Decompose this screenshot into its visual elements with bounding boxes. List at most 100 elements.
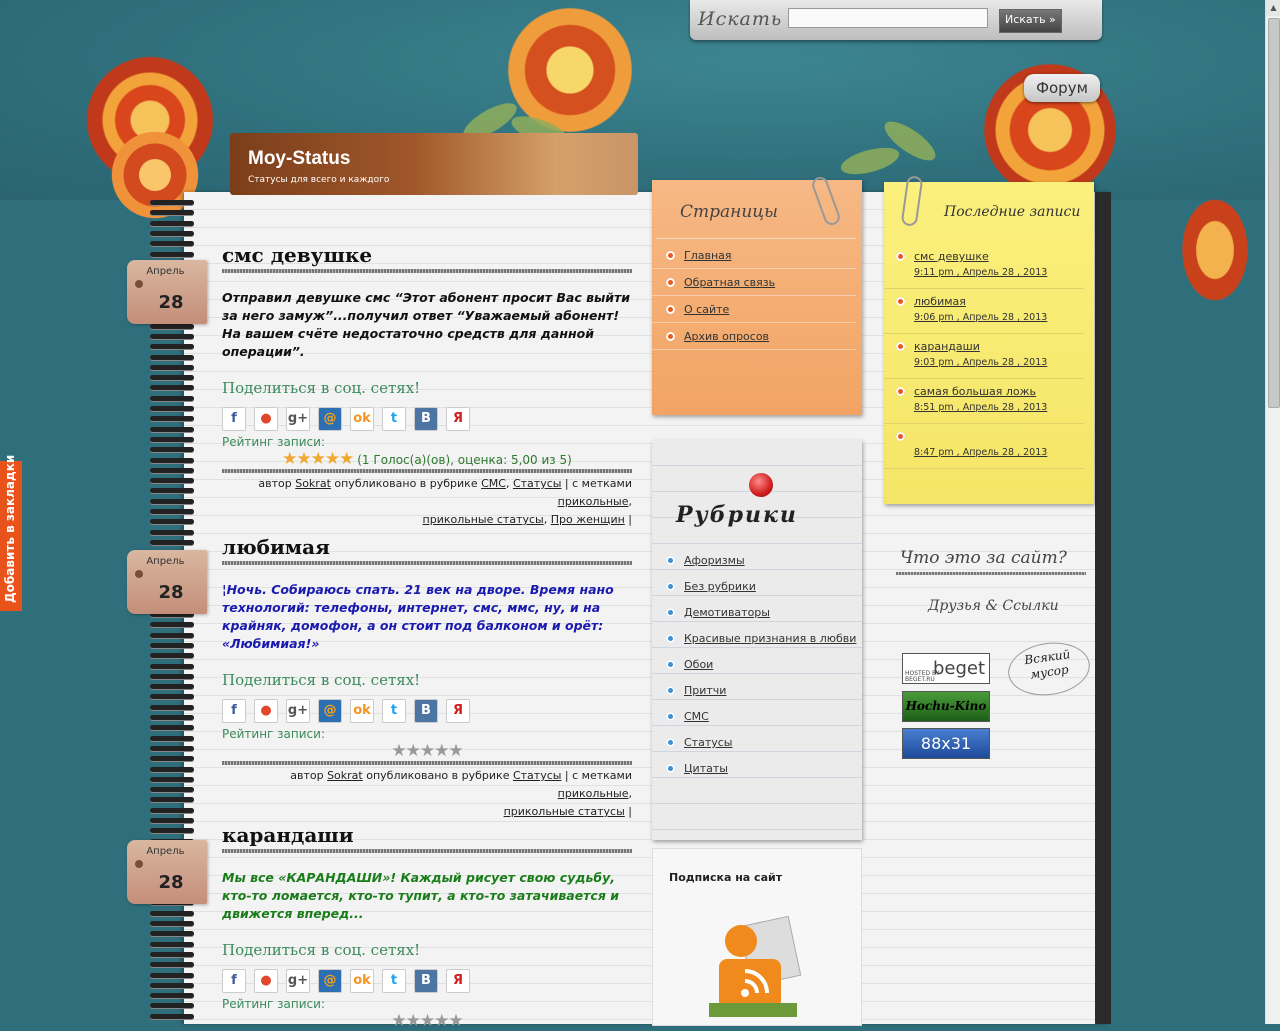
post-title[interactable]: карандаши <box>222 823 632 847</box>
recent-post-date[interactable]: 9:11 pm , Апрель 28 , 2013 <box>914 266 1084 280</box>
chat-bubbles-icon[interactable]: ● <box>254 969 278 993</box>
google-plus-icon[interactable]: g+ <box>286 969 310 993</box>
star-rating[interactable]: ★★★★★ <box>391 741 463 761</box>
recent-post-item[interactable]: самая большая ложь 8:51 pm , Апрель 28 , … <box>884 379 1084 424</box>
recent-post-item[interactable]: 8:47 pm , Апрель 28 , 2013 <box>884 424 1084 469</box>
star-rating[interactable]: ★★★★★ <box>391 1011 463 1031</box>
add-bookmark-tab[interactable]: Добавить в закладки <box>0 455 22 611</box>
scroll-thumb[interactable] <box>1268 18 1280 408</box>
tag-link[interactable]: прикольные <box>558 495 629 508</box>
star-icon[interactable]: ★ <box>420 741 435 761</box>
star-icon[interactable]: ★ <box>406 1011 421 1031</box>
search-button[interactable]: Искать » <box>999 9 1062 33</box>
category-link[interactable]: Статусы <box>513 769 561 782</box>
yandex-icon[interactable]: Я <box>446 407 470 431</box>
category-item[interactable]: Без рубрики <box>652 573 858 599</box>
page-link[interactable]: О сайте <box>684 303 729 316</box>
google-plus-icon[interactable]: g+ <box>286 699 310 723</box>
rss-reader-icon[interactable] <box>705 911 811 1021</box>
category-item[interactable]: Статусы <box>652 729 858 755</box>
recent-post-date[interactable]: 9:06 pm , Апрель 28 , 2013 <box>914 311 1084 325</box>
star-icon[interactable]: ★ <box>434 1011 449 1031</box>
recent-post-item[interactable]: карандаши 9:03 pm , Апрель 28 , 2013 <box>884 334 1084 379</box>
page-link[interactable]: Главная <box>684 249 732 262</box>
category-link[interactable]: Демотиваторы <box>684 606 770 619</box>
tag-link[interactable]: прикольные <box>558 787 629 800</box>
category-link[interactable]: СМС <box>684 710 709 723</box>
tag-link[interactable]: прикольные статусы <box>504 805 625 818</box>
recent-post-link[interactable]: самая большая ложь <box>914 383 1084 401</box>
category-link[interactable]: Цитаты <box>684 762 728 775</box>
twitter-icon[interactable]: t <box>382 969 406 993</box>
author-link[interactable]: Sokrat <box>327 769 363 782</box>
page-item[interactable]: Архив опросов <box>652 323 856 350</box>
mail-ru-icon[interactable]: @ <box>318 407 342 431</box>
star-icon[interactable]: ★ <box>448 741 463 761</box>
facebook-icon[interactable]: f <box>222 699 246 723</box>
mail-ru-icon[interactable]: @ <box>318 969 342 993</box>
vertical-scrollbar[interactable]: ▲ <box>1265 0 1280 1024</box>
category-link[interactable]: Без рубрики <box>684 580 756 593</box>
star-icon[interactable]: ★ <box>420 1011 435 1031</box>
category-item[interactable]: Красивые признания в любви <box>652 625 858 651</box>
beget-banner[interactable]: beget HOSTED BY BEGET.RU <box>902 653 990 684</box>
author-link[interactable]: Sokrat <box>295 477 331 490</box>
chat-bubbles-icon[interactable]: ● <box>254 407 278 431</box>
category-item[interactable]: Цитаты <box>652 755 858 781</box>
forum-button[interactable]: Форум <box>1024 74 1100 102</box>
star-icon[interactable]: ★ <box>325 449 340 469</box>
vkontakte-icon[interactable]: B <box>414 969 438 993</box>
vkontakte-icon[interactable]: B <box>414 407 438 431</box>
tag-link[interactable]: Про женщин <box>551 513 625 526</box>
star-icon[interactable]: ★ <box>339 449 354 469</box>
recent-post-date[interactable]: 8:47 pm , Апрель 28 , 2013 <box>914 446 1084 460</box>
tag-link[interactable]: прикольные статусы <box>423 513 544 526</box>
page-item[interactable]: Главная <box>652 242 856 269</box>
recent-post-item[interactable]: любимая 9:06 pm , Апрель 28 , 2013 <box>884 289 1084 334</box>
recent-post-item[interactable]: смс девушке 9:11 pm , Апрель 28 , 2013 <box>884 244 1084 289</box>
category-link[interactable]: Обои <box>684 658 713 671</box>
yandex-icon[interactable]: Я <box>446 699 470 723</box>
post-title[interactable]: смс девушке <box>222 243 632 267</box>
recent-post-date[interactable]: 9:03 pm , Апрель 28 , 2013 <box>914 356 1084 370</box>
yandex-icon[interactable]: Я <box>446 969 470 993</box>
page-link[interactable]: Архив опросов <box>684 330 769 343</box>
google-plus-icon[interactable]: g+ <box>286 407 310 431</box>
star-icon[interactable]: ★ <box>448 1011 463 1031</box>
recent-post-link[interactable]: любимая <box>914 293 1084 311</box>
hochu-kino-banner[interactable]: Hochu-Kino <box>902 691 990 722</box>
search-input[interactable] <box>788 8 988 28</box>
category-item[interactable]: Афоризмы <box>652 547 858 573</box>
category-item[interactable]: Притчи <box>652 677 858 703</box>
star-icon[interactable]: ★ <box>391 1011 406 1031</box>
star-icon[interactable]: ★ <box>296 449 311 469</box>
chat-bubbles-icon[interactable]: ● <box>254 699 278 723</box>
counter-banner[interactable]: 88x31 <box>902 728 990 759</box>
star-icon[interactable]: ★ <box>391 741 406 761</box>
twitter-icon[interactable]: t <box>382 407 406 431</box>
category-link[interactable]: Статусы <box>684 736 732 749</box>
category-link[interactable]: Статусы <box>513 477 561 490</box>
site-title[interactable]: Moy-Status <box>248 148 350 170</box>
category-item[interactable]: Обои <box>652 651 858 677</box>
mail-ru-icon[interactable]: @ <box>318 699 342 723</box>
page-item[interactable]: Обратная связь <box>652 269 856 296</box>
odnoklassniki-icon[interactable]: ok <box>350 969 374 993</box>
recent-post-date[interactable]: 8:51 pm , Апрель 28 , 2013 <box>914 401 1084 415</box>
page-link[interactable]: Обратная связь <box>684 276 775 289</box>
star-icon[interactable]: ★ <box>434 741 449 761</box>
category-link[interactable]: СМС <box>481 477 506 490</box>
category-item[interactable]: Демотиваторы <box>652 599 858 625</box>
category-link[interactable]: Притчи <box>684 684 726 697</box>
star-icon[interactable]: ★ <box>311 449 326 469</box>
star-icon[interactable]: ★ <box>282 449 297 469</box>
category-link[interactable]: Афоризмы <box>684 554 745 567</box>
category-link[interactable]: Красивые признания в любви <box>684 632 856 645</box>
odnoklassniki-icon[interactable]: ok <box>350 699 374 723</box>
vkontakte-icon[interactable]: B <box>414 699 438 723</box>
recent-post-link[interactable] <box>914 428 1084 446</box>
star-icon[interactable]: ★ <box>406 741 421 761</box>
odnoklassniki-icon[interactable]: ok <box>350 407 374 431</box>
category-item[interactable]: СМС <box>652 703 858 729</box>
page-item[interactable]: О сайте <box>652 296 856 323</box>
